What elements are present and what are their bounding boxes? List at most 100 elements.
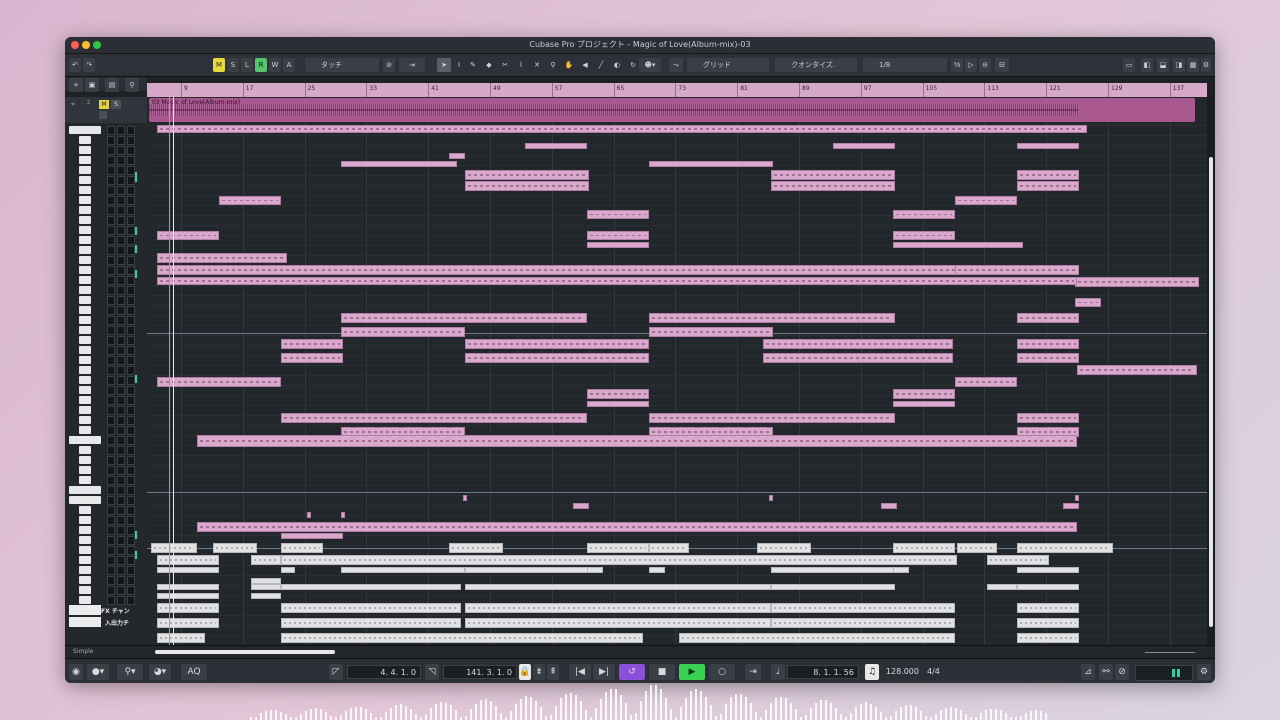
undo-icon[interactable]: ↶ <box>69 58 81 72</box>
track-mute-button[interactable] <box>107 486 115 495</box>
midi-clip[interactable] <box>197 522 1077 532</box>
track-solo-button[interactable] <box>117 246 125 255</box>
drum-clip[interactable] <box>251 584 281 590</box>
track-mute-button[interactable] <box>107 296 115 305</box>
drum-clip[interactable] <box>893 567 909 573</box>
track-mute-button[interactable] <box>107 386 115 395</box>
track-monitor-button[interactable] <box>127 496 135 505</box>
folder-track-header[interactable] <box>65 435 147 445</box>
midi-clip[interactable] <box>281 339 343 349</box>
midi-clip[interactable] <box>465 353 649 363</box>
track-monitor-button[interactable] <box>127 596 135 605</box>
drum-clip[interactable] <box>465 567 589 573</box>
midi-clip[interactable] <box>763 353 953 363</box>
track-mute-button[interactable] <box>107 176 115 185</box>
midi-clip[interactable] <box>587 231 649 240</box>
track-mute-button[interactable] <box>107 166 115 175</box>
midi-track-header[interactable] <box>65 405 147 415</box>
punch-in-icon[interactable]: ⇟ <box>533 664 545 680</box>
track-mute-button[interactable] <box>107 156 115 165</box>
track-mute-button[interactable] <box>107 476 115 485</box>
track-mute-button[interactable] <box>107 316 115 325</box>
activity-icon[interactable]: ⚯ <box>1099 664 1113 680</box>
midi-clip[interactable] <box>763 339 953 349</box>
track-mute-button[interactable] <box>107 356 115 365</box>
midi-clip[interactable] <box>341 512 345 518</box>
midi-track-header[interactable] <box>65 515 147 525</box>
midi-clip[interactable] <box>197 435 1077 447</box>
drum-clip[interactable] <box>281 567 295 573</box>
track-mute-button[interactable] <box>107 336 115 345</box>
play-icon[interactable]: ▶ <box>679 664 705 680</box>
zones-icon[interactable]: ▦ <box>1187 58 1199 72</box>
track-mute-button[interactable] <box>107 506 115 515</box>
track-solo-button[interactable] <box>117 336 125 345</box>
drum-clip[interactable] <box>281 584 461 590</box>
track-solo-button[interactable] <box>117 446 125 455</box>
playhead-cursor[interactable] <box>173 97 174 645</box>
midi-clip[interactable] <box>649 413 895 423</box>
track-solo-button[interactable] <box>117 186 125 195</box>
track-mute-button[interactable] <box>107 416 115 425</box>
midi-clip[interactable] <box>1017 353 1079 363</box>
track-monitor-button[interactable] <box>127 376 135 385</box>
automation-mode-select[interactable]: タッチ <box>305 58 379 72</box>
drum-clip[interactable] <box>281 603 461 613</box>
track-solo-button[interactable] <box>117 146 125 155</box>
tempo-field[interactable]: 128.000 <box>883 665 923 679</box>
track-solo-button[interactable] <box>117 466 125 475</box>
track-solo-button[interactable] <box>117 236 125 245</box>
pointer-icon[interactable]: ➤ <box>437 58 451 72</box>
midi-clip[interactable] <box>573 503 589 509</box>
eraser-icon[interactable]: ◆ <box>483 58 495 72</box>
midi-clip[interactable] <box>465 181 589 191</box>
track-monitor-button[interactable] <box>127 466 135 475</box>
track-solo-button[interactable] <box>117 176 125 185</box>
track-monitor-button[interactable] <box>127 456 135 465</box>
record-icon[interactable]: ○ <box>709 664 735 680</box>
track-mute-button[interactable] <box>107 266 115 275</box>
track-mute-button[interactable] <box>107 186 115 195</box>
left-locator-field[interactable]: 4. 4. 1. 0 <box>347 665 421 679</box>
track-mute-button[interactable] <box>107 216 115 225</box>
midi-track-header[interactable] <box>65 415 147 425</box>
midi-clip[interactable] <box>1075 495 1079 501</box>
track-mute-button[interactable] <box>107 496 115 505</box>
fx-channel-folder[interactable] <box>69 605 101 615</box>
midi-track-header[interactable] <box>65 585 147 595</box>
track-monitor-button[interactable] <box>127 546 135 555</box>
track-mute-button[interactable] <box>107 466 115 475</box>
inspector-mode-label[interactable]: Simple <box>73 648 94 655</box>
right-locator-field[interactable]: 141. 3. 1. 0 <box>443 665 517 679</box>
drum-clip[interactable] <box>987 555 1049 565</box>
arrangement-area[interactable]: 03 Magic of Love(Album-mix) <box>147 97 1207 645</box>
track-solo-button[interactable] <box>117 206 125 215</box>
drum-clip[interactable] <box>771 584 895 590</box>
quantize-preset-select[interactable]: クオンタイズ. <box>775 58 857 72</box>
track-mute-button[interactable] <box>107 526 115 535</box>
drum-clip[interactable] <box>157 567 219 573</box>
transport-settings-icon[interactable]: ⚙ <box>1197 664 1211 680</box>
range-icon[interactable]: I <box>453 58 465 72</box>
midi-track-header[interactable] <box>65 285 147 295</box>
drum-clip[interactable] <box>465 584 771 590</box>
midi-track-header[interactable] <box>65 385 147 395</box>
track-monitor-button[interactable] <box>127 176 135 185</box>
folder-track-header[interactable] <box>65 125 147 135</box>
track-solo-button[interactable] <box>117 346 125 355</box>
track-monitor-button[interactable] <box>127 416 135 425</box>
midi-track-header[interactable] <box>65 365 147 375</box>
track-monitor-button[interactable] <box>127 586 135 595</box>
aq-button[interactable]: AQ <box>181 664 207 680</box>
folder-track-header[interactable] <box>65 495 147 505</box>
drum-clip[interactable] <box>679 633 955 643</box>
audio-track-solo-button[interactable]: S <box>111 100 121 109</box>
track-monitor-button[interactable] <box>127 226 135 235</box>
track-solo-button[interactable] <box>117 566 125 575</box>
io-channel-folder[interactable] <box>69 617 101 627</box>
track-mute-button[interactable] <box>107 246 115 255</box>
drum-clip[interactable] <box>957 543 997 553</box>
track-monitor-button[interactable] <box>127 266 135 275</box>
track-monitor-button[interactable] <box>127 406 135 415</box>
vertical-scroll-thumb[interactable] <box>1209 157 1213 627</box>
